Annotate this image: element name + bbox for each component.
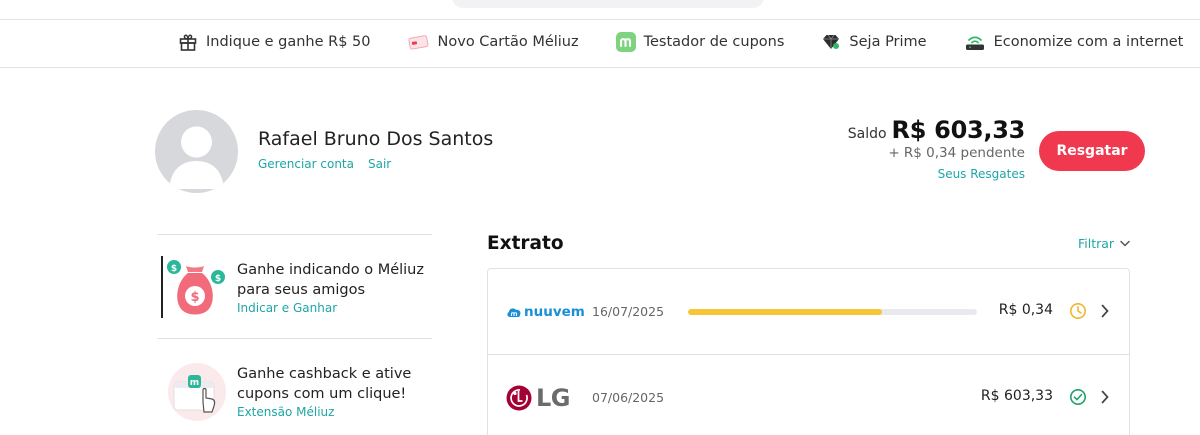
redeem-button[interactable]: Resgatar	[1039, 131, 1145, 171]
statement-row[interactable]: nuuvem 16/07/2025 R$ 0,34	[488, 269, 1129, 354]
filter-button[interactable]: Filtrar	[1078, 236, 1130, 251]
router-icon	[965, 36, 984, 50]
statement-row[interactable]: LG 07/06/2025 R$ 603,33	[488, 354, 1129, 435]
account-links: Gerenciar conta Sair	[258, 157, 391, 171]
chevron-right-icon	[1101, 304, 1109, 318]
avatar[interactable]	[155, 110, 238, 193]
chevron-right-icon	[1101, 390, 1109, 404]
cloud-icon	[507, 307, 521, 317]
nav-item-label: Indique e ganhe R$ 50	[206, 34, 371, 50]
promo-link[interactable]: Indicar e Ganhar	[237, 301, 437, 315]
promo-title: Ganhe indicando o Méliuz para seus amigo…	[237, 262, 424, 298]
store-name: nuuvem	[524, 303, 585, 320]
chevron-down-icon	[1120, 240, 1130, 247]
svg-text:$: $	[190, 290, 199, 305]
divider	[157, 338, 432, 339]
balance-label: Saldo	[847, 126, 887, 142]
nav-item-label: Testador de cupons	[643, 34, 785, 50]
active-indicator	[161, 256, 163, 318]
balance-panel: Saldo R$ 603,33 + R$ 0,34 pendente Seus …	[847, 116, 1026, 181]
credit-card-icon	[407, 35, 428, 50]
search-bar[interactable]	[452, 0, 764, 8]
gift-icon	[179, 34, 197, 51]
divider	[157, 234, 432, 235]
statement-title: Extrato	[487, 233, 564, 254]
redemptions-link[interactable]: Seus Resgates	[848, 167, 1025, 181]
svg-text:m: m	[190, 378, 199, 388]
store-logo-lg: LG	[506, 355, 571, 435]
manage-account-link[interactable]: Gerenciar conta	[258, 157, 354, 171]
cashback-progress-bar	[688, 309, 977, 315]
nav-item-indique[interactable]: Indique e ganhe R$ 50	[178, 32, 371, 52]
user-name: Rafael Bruno Dos Santos	[258, 128, 494, 150]
svg-text:$: $	[171, 264, 177, 274]
promo-title: Ganhe cashback e ative cupons com um cli…	[237, 366, 412, 402]
store-logo-nuuvem: nuuvem	[506, 269, 585, 354]
check-confirmed-icon	[1070, 389, 1086, 405]
meliuz-m-icon	[615, 32, 636, 52]
store-name: LG	[536, 383, 571, 412]
nav-item-label: Economize com a internet	[993, 34, 1184, 50]
transaction-amount: R$ 603,33	[980, 388, 1053, 404]
svg-text:$: $	[215, 274, 221, 284]
promo-link[interactable]: Extensão Méliuz	[237, 405, 437, 419]
nav-item-testador[interactable]: Testador de cupons	[615, 32, 785, 52]
filter-label: Filtrar	[1078, 236, 1115, 251]
top-strip	[0, 0, 1200, 20]
money-bag-icon: $ $ $	[167, 260, 225, 315]
transaction-amount: R$ 0,34	[998, 302, 1053, 318]
balance-value: R$ 603,33	[891, 116, 1026, 144]
user-silhouette-icon	[169, 126, 224, 189]
nav-item-label: Novo Cartão Méliuz	[437, 34, 579, 50]
nav-item-prime[interactable]: Seja Prime	[821, 33, 927, 51]
lg-logo-icon	[506, 385, 532, 410]
clock-pending-icon	[1070, 303, 1086, 319]
nav-item-cartao[interactable]: Novo Cartão Méliuz	[407, 33, 579, 51]
transaction-date: 16/07/2025	[592, 304, 665, 319]
secondary-nav: Indique e ganhe R$ 50 Novo Cartão Méliuz…	[0, 20, 1200, 68]
transaction-date: 07/06/2025	[592, 390, 665, 405]
progress-fill	[688, 309, 882, 315]
nav-item-internet[interactable]: Economize com a internet	[964, 32, 1184, 52]
pending-amount: + R$ 0,34 pendente	[888, 145, 1025, 161]
logout-link[interactable]: Sair	[368, 157, 391, 171]
nav-item-label: Seja Prime	[849, 34, 927, 50]
statement-list: nuuvem 16/07/2025 R$ 0,34 LG 07/06/2025 …	[487, 268, 1130, 435]
browser-extension-icon: m	[168, 363, 226, 421]
diamond-icon	[823, 34, 840, 49]
